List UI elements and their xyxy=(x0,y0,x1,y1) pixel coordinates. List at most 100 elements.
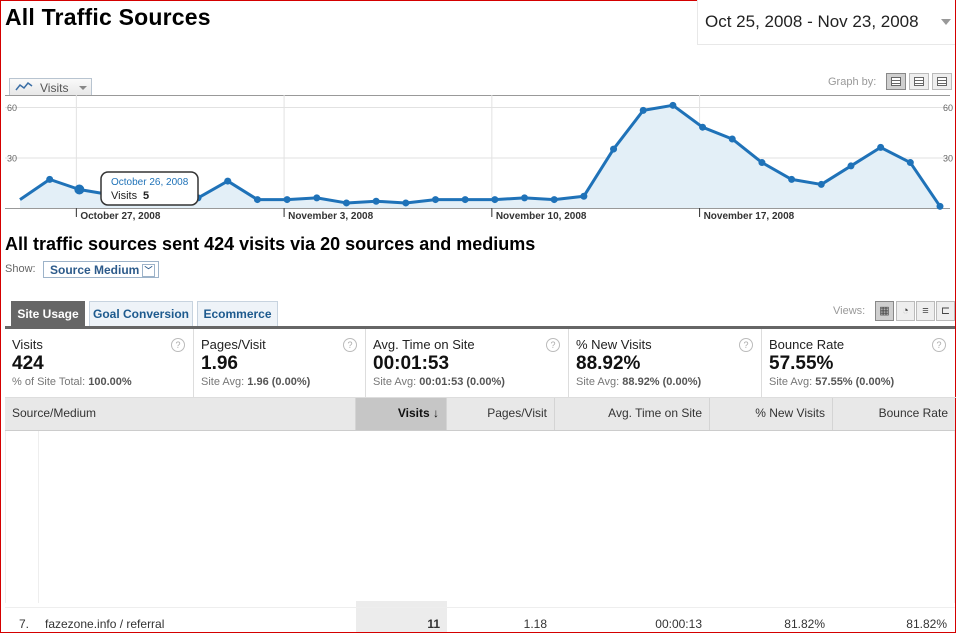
grid-line xyxy=(954,431,955,603)
scorecard-visits: Visits ? 424 % of Site Total: 100.00% xyxy=(5,329,194,397)
tab-site-usage[interactable]: Site Usage xyxy=(11,301,85,326)
table-row: 7. fazezone.info / referral 11 1.18 00:0… xyxy=(5,607,955,632)
data-point xyxy=(402,199,410,207)
scorecard-sub: Site Avg: 57.55% (0.00%) xyxy=(769,376,895,388)
row-bounce-rate: 81.82% xyxy=(906,617,947,631)
scorecard-bounce-rate: Bounce Rate ? 57.55% Site Avg: 57.55% (0… xyxy=(762,329,955,397)
help-icon[interactable]: ? xyxy=(343,338,357,352)
x-axis-tick-label: November 3, 2008 xyxy=(288,211,373,222)
data-point xyxy=(521,194,529,202)
scorecard-value: 57.55% xyxy=(769,353,834,374)
table-header: Source/Medium Visits ↓ Pages/Visit Avg. … xyxy=(5,398,955,431)
data-point xyxy=(491,196,499,204)
row-pages-visit: 1.18 xyxy=(523,617,547,631)
data-point xyxy=(936,202,944,210)
y-axis-tick-left: 60 xyxy=(7,103,17,113)
table-body: 7. fazezone.info / referral 11 1.18 00:0… xyxy=(5,431,955,632)
graph-by-label: Graph by: xyxy=(828,76,877,88)
week-icon xyxy=(914,77,924,86)
tooltip-value: 5 xyxy=(143,190,149,202)
scorecard-value: 424 xyxy=(12,353,44,374)
pie-chart-icon: ◔ xyxy=(902,305,909,317)
data-point xyxy=(372,197,380,205)
view-performance-button[interactable]: ≡ xyxy=(916,301,935,321)
data-point xyxy=(342,199,350,207)
scorecard-value: 88.92% xyxy=(576,353,641,374)
column-header-new-visits[interactable]: % New Visits xyxy=(710,398,833,430)
column-header-visits[interactable]: Visits ↓ xyxy=(356,398,447,430)
date-range-text: Oct 25, 2008 - Nov 23, 2008 xyxy=(705,12,919,31)
row-new-visits: 81.82% xyxy=(784,617,825,631)
data-point xyxy=(610,145,618,153)
data-point xyxy=(847,162,855,170)
grid-line xyxy=(38,431,39,603)
page-title: All Traffic Sources xyxy=(5,4,211,30)
scorecard-avg-time: Avg. Time on Site ? 00:01:53 Site Avg: 0… xyxy=(366,329,569,397)
data-point xyxy=(253,196,261,204)
data-point xyxy=(699,123,707,131)
scorecard-value: 1.96 xyxy=(201,353,238,374)
column-header-avg-time[interactable]: Avg. Time on Site xyxy=(555,398,710,430)
column-header-source-medium[interactable]: Source/Medium xyxy=(5,398,356,430)
data-point xyxy=(74,184,85,195)
chevron-down-icon[interactable] xyxy=(941,19,951,25)
help-icon[interactable]: ? xyxy=(546,338,560,352)
help-icon[interactable]: ? xyxy=(932,338,946,352)
line-chart-icon xyxy=(15,81,33,91)
scorecard-sub: Site Avg: 1.96 (0.00%) xyxy=(201,376,311,388)
graph-by-day-button[interactable] xyxy=(886,73,906,90)
scorecard: Visits ? 424 % of Site Total: 100.00% Pa… xyxy=(5,329,956,398)
scorecard-label: Visits xyxy=(12,337,43,352)
column-header-pages-visit[interactable]: Pages/Visit xyxy=(447,398,555,430)
column-header-visits-label: Visits xyxy=(397,406,430,420)
data-point xyxy=(461,196,469,204)
view-pivot-button[interactable]: ⊏ xyxy=(936,301,955,321)
data-point xyxy=(758,159,766,167)
scorecard-sub: % of Site Total: 100.00% xyxy=(12,376,132,388)
data-point xyxy=(283,196,291,204)
show-dimension-select[interactable]: Source Medium ﹀ xyxy=(43,261,159,278)
date-range-picker[interactable]: Oct 25, 2008 - Nov 23, 2008 xyxy=(697,0,955,45)
y-axis-tick-right: 30 xyxy=(943,154,953,164)
summary-text: All traffic sources sent 424 visits via … xyxy=(5,234,536,254)
data-point xyxy=(550,196,558,204)
scorecard-label: Pages/Visit xyxy=(201,337,266,352)
scorecard-value: 00:01:53 xyxy=(373,353,450,374)
data-point xyxy=(906,159,914,167)
scorecard-label: Bounce Rate xyxy=(769,337,845,352)
scorecard-sub: Site Avg: 00:01:53 (0.00%) xyxy=(373,376,505,388)
x-axis-tick-label: November 10, 2008 xyxy=(496,211,587,222)
graph-by-month-button[interactable] xyxy=(932,73,952,90)
tooltip-label: Visits xyxy=(111,190,138,202)
graph-by-week-button[interactable] xyxy=(909,73,929,90)
tab-ecommerce[interactable]: Ecommerce xyxy=(197,301,278,326)
x-axis-tick-label: November 17, 2008 xyxy=(704,211,795,222)
dropdown-arrow-icon xyxy=(79,86,87,90)
data-point xyxy=(313,194,321,202)
scorecard-new-visits: % New Visits ? 88.92% Site Avg: 88.92% (… xyxy=(569,329,762,397)
views-label: Views: xyxy=(833,305,866,317)
scorecard-label: % New Visits xyxy=(576,337,652,352)
month-icon xyxy=(937,77,947,86)
tab-goal-conversion[interactable]: Goal Conversion xyxy=(89,301,193,326)
view-pie-button[interactable]: ◔ xyxy=(896,301,915,321)
data-point xyxy=(728,135,736,143)
row-avg-time: 00:00:13 xyxy=(655,617,702,631)
data-point xyxy=(224,177,232,185)
data-point xyxy=(788,175,796,183)
grid-line xyxy=(5,431,6,603)
source-medium-link[interactable]: fazezone.info / referral xyxy=(45,617,164,631)
tooltip-date: October 26, 2008 xyxy=(111,177,189,188)
column-header-bounce-rate[interactable]: Bounce Rate xyxy=(833,398,955,430)
data-point xyxy=(431,196,439,204)
view-table-button[interactable]: ▦ xyxy=(875,301,894,321)
help-icon[interactable]: ? xyxy=(739,338,753,352)
bar-list-icon: ≡ xyxy=(922,305,929,317)
chevron-down-icon: ﹀ xyxy=(142,264,155,277)
data-point xyxy=(669,101,677,109)
row-index: 7. xyxy=(19,617,30,631)
help-icon[interactable]: ? xyxy=(171,338,185,352)
day-icon xyxy=(891,77,901,86)
scorecard-sub: Site Avg: 88.92% (0.00%) xyxy=(576,376,702,388)
x-axis-tick-label: October 27, 2008 xyxy=(80,211,160,222)
